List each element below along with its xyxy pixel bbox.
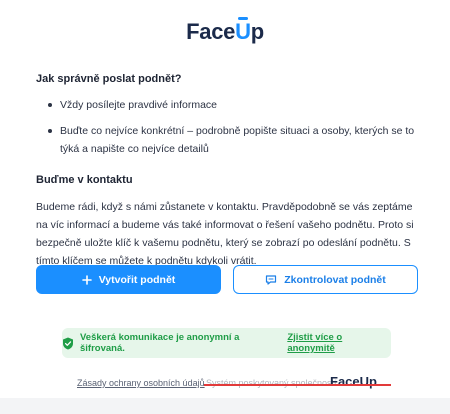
privacy-policy-link[interactable]: Zásady ochrany osobních údajů [77,378,205,388]
powered-by-text: Systém poskytovaný společností [206,378,337,388]
logo-text-u: U [235,16,251,44]
instructions: Jak správně poslat podnět? Vždy posílejt… [36,73,418,270]
faceup-logo[interactable]: Face Up [186,16,264,45]
tip-item: Vždy posílejte pravdivé informace [36,96,418,114]
anonymity-link[interactable]: Zjistit více o anonymitě [287,332,391,354]
tips-list: Vždy posílejte pravdivé informace Buďte … [36,96,418,158]
report-info-card: Jak správně poslat podnět? Vždy posílejt… [0,63,450,398]
tip-item: Buďte co nejvíce konkrétní – podrobně po… [36,122,418,158]
logo-text-p: p [250,18,264,44]
action-buttons: Vytvořit podnět Zkontrolovat podnět [36,265,418,294]
logo-text-face: Face [186,18,236,44]
plus-icon [81,274,92,285]
check-report-label: Zkontrolovat podnět [284,273,386,286]
anonymity-notice: Veškerá komunikace je anonymní a šifrova… [62,328,391,358]
create-report-label: Vytvořit podnět [98,273,176,286]
stay-in-touch-paragraph: Budeme rádi, když s námi zůstanete v kon… [36,201,414,267]
create-report-button[interactable]: Vytvořit podnět [36,265,221,294]
chat-icon [265,274,277,286]
header-bar: Face Up [0,0,450,63]
section-heading-stay-in-touch: Buďme v kontaktu [36,174,133,186]
anonymity-text: Veškerá komunikace je anonymní a šifrova… [80,332,240,354]
strikethrough-line [204,384,391,386]
check-report-button[interactable]: Zkontrolovat podnět [233,265,418,294]
shield-check-icon [62,337,74,350]
footer: Zásady ochrany osobních údajů Systém pos… [0,374,450,395]
footer-faceup-logo[interactable]: FaceUp [330,374,377,389]
section-heading-how-to-send: Jak správně poslat podnět? [36,73,182,85]
